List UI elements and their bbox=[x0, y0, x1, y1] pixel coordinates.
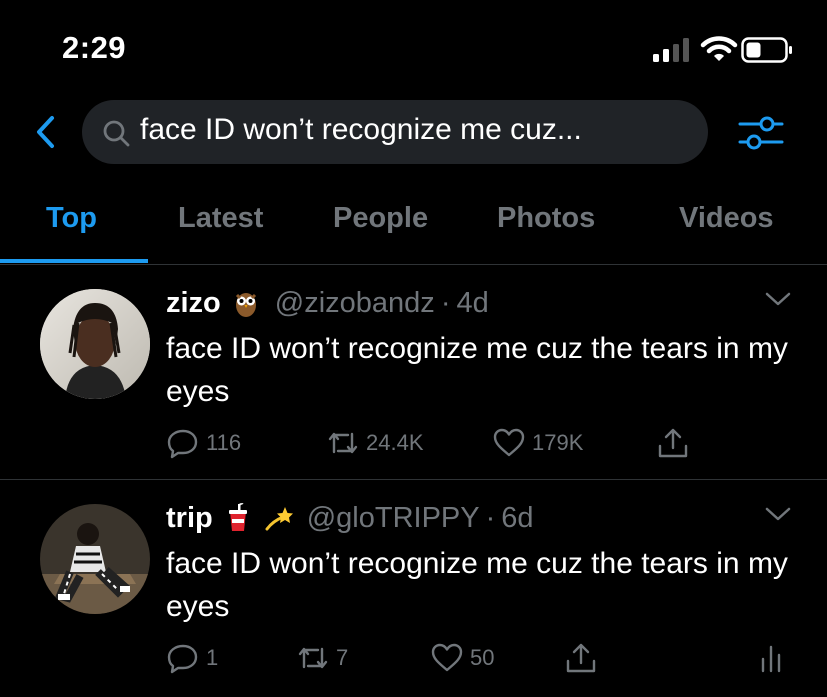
heart-icon bbox=[431, 643, 463, 672]
retweet-button[interactable]: 24.4K bbox=[326, 423, 424, 463]
analytics-button[interactable] bbox=[754, 638, 788, 678]
like-count: 50 bbox=[470, 645, 495, 670]
separator-dot: · bbox=[440, 286, 451, 319]
tab-top[interactable]: Top bbox=[46, 202, 97, 235]
avatar[interactable] bbox=[40, 504, 150, 614]
display-name[interactable]: zizo bbox=[166, 287, 221, 320]
share-icon bbox=[658, 428, 688, 458]
tweet[interactable]: trip @gloTRIPPY · 6d face ID won’t recog… bbox=[0, 480, 827, 697]
tab-latest[interactable]: Latest bbox=[178, 202, 263, 235]
retweet-icon bbox=[328, 432, 358, 454]
tweet-time[interactable]: 4d bbox=[456, 287, 488, 320]
status-time: 2:29 bbox=[62, 30, 127, 65]
search-icon bbox=[103, 120, 130, 147]
search-input[interactable]: face ID won’t recognize me cuz... bbox=[82, 100, 708, 164]
tweet-time[interactable]: 6d bbox=[501, 502, 533, 535]
tweet-text: face ID won’t recognize me cuz the tears… bbox=[166, 332, 788, 408]
tweet-header: trip @gloTRIPPY · 6d bbox=[166, 498, 534, 538]
retweet-icon bbox=[298, 647, 328, 669]
tab-photos[interactable]: Photos bbox=[497, 202, 595, 235]
tweet[interactable]: zizo @zizobandz · 4d face ID won’t recog… bbox=[0, 265, 827, 480]
separator-dot: · bbox=[485, 501, 496, 534]
cup-with-straw-emoji-icon bbox=[228, 503, 247, 531]
search-header: face ID won’t recognize me cuz... bbox=[0, 98, 827, 168]
tweet-text: face ID won’t recognize me cuz the tears… bbox=[166, 547, 788, 623]
cellular-signal-icon bbox=[653, 38, 689, 62]
analytics-icon bbox=[761, 645, 781, 673]
share-button[interactable] bbox=[656, 423, 690, 463]
reply-icon bbox=[167, 644, 198, 674]
wifi-icon bbox=[700, 36, 738, 61]
user-handle[interactable]: @gloTRIPPY bbox=[307, 502, 480, 535]
reply-count: 1 bbox=[206, 645, 219, 670]
reply-icon bbox=[167, 429, 198, 459]
reply-count: 116 bbox=[206, 430, 242, 455]
share-icon bbox=[566, 643, 596, 673]
reply-button[interactable]: 116 bbox=[166, 423, 241, 463]
search-filter-icon[interactable] bbox=[736, 110, 786, 156]
tab-people[interactable]: People bbox=[333, 202, 428, 235]
reply-button[interactable]: 1 bbox=[166, 638, 218, 678]
back-arrow-icon[interactable] bbox=[30, 112, 62, 152]
retweet-count: 24.4K bbox=[366, 430, 424, 455]
tab-videos[interactable]: Videos bbox=[679, 202, 774, 235]
search-tabs: Top Latest People Photos Videos bbox=[0, 186, 827, 265]
active-tab-indicator bbox=[0, 259, 148, 263]
like-button[interactable]: 179K bbox=[492, 423, 583, 463]
retweet-count: 7 bbox=[336, 645, 349, 670]
like-button[interactable]: 50 bbox=[430, 638, 494, 678]
tweet-actions: 1 7 50 bbox=[166, 638, 806, 678]
tweet-actions: 116 24.4K 179K bbox=[166, 423, 806, 463]
search-query: face ID won’t recognize me cuz... bbox=[140, 113, 582, 146]
like-count: 179K bbox=[532, 430, 584, 455]
user-handle[interactable]: @zizobandz bbox=[275, 287, 435, 320]
chevron-down-icon[interactable] bbox=[764, 289, 792, 309]
chevron-down-icon[interactable] bbox=[764, 504, 792, 524]
display-name[interactable]: trip bbox=[166, 502, 213, 535]
heart-icon bbox=[493, 428, 525, 457]
status-bar: 2:29 bbox=[0, 0, 827, 95]
battery-icon bbox=[741, 37, 792, 63]
owl-emoji-icon bbox=[235, 293, 256, 317]
retweet-button[interactable]: 7 bbox=[296, 638, 348, 678]
dizzy-emoji-icon bbox=[265, 507, 293, 531]
share-button[interactable] bbox=[564, 638, 598, 678]
tweet-header: zizo @zizobandz · 4d bbox=[166, 283, 489, 323]
avatar[interactable] bbox=[40, 289, 150, 399]
